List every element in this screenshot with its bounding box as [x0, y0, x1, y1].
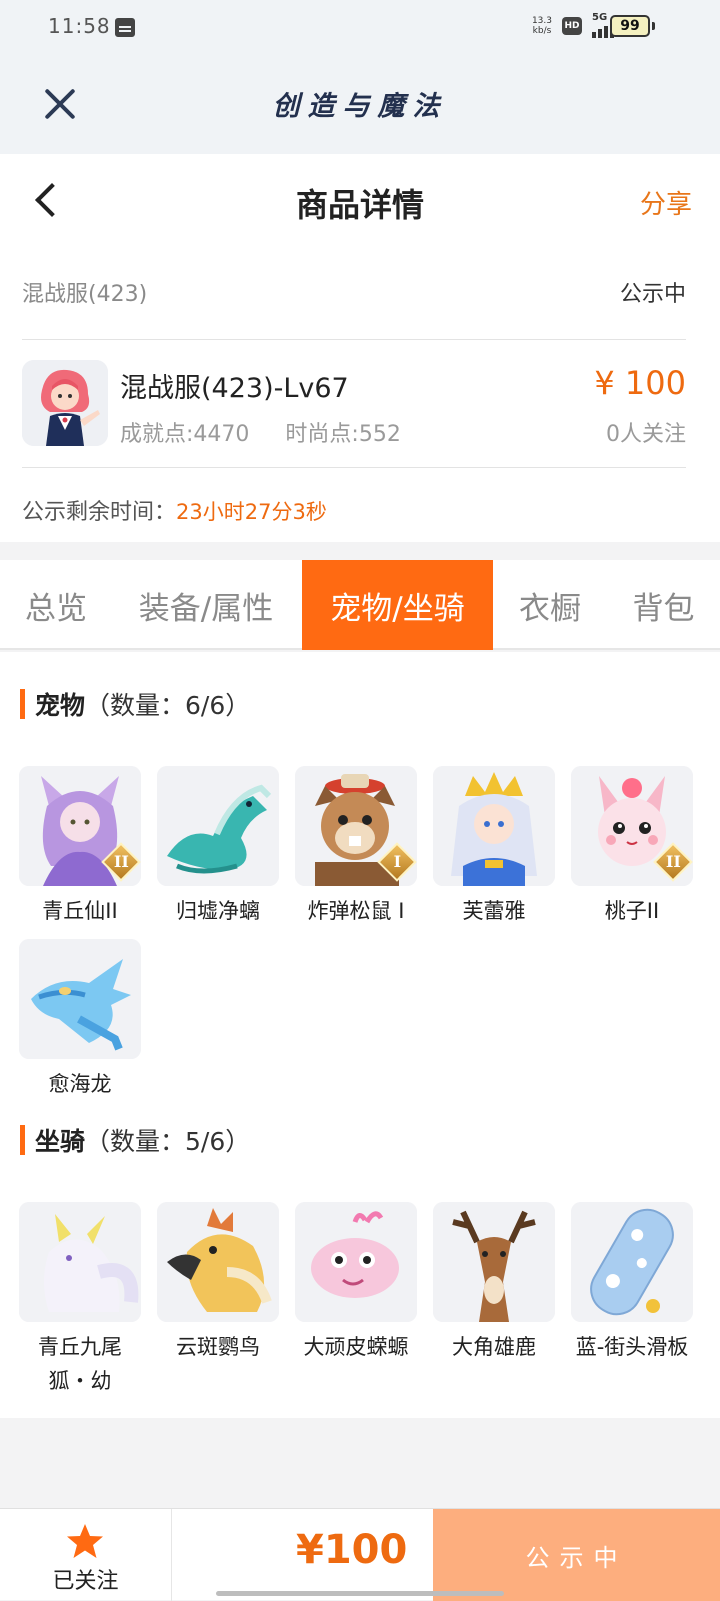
character-avatar: [22, 360, 108, 446]
item-name: 大角雄鹿: [452, 1335, 536, 1359]
divider: [22, 339, 686, 340]
signal-label: 5G: [592, 12, 608, 23]
battery-icon: 99: [610, 15, 655, 37]
follow-button[interactable]: 已关注: [0, 1509, 172, 1601]
detail-tabs: 总览 装备/属性 宠物/坐骑 衣橱 背包: [0, 560, 720, 650]
bomb-squirrel-icon: I: [295, 766, 417, 886]
timer-value: 23小时27分3秒: [176, 500, 327, 524]
mount-item[interactable]: 大顽皮蝾螈: [295, 1202, 417, 1364]
section-name: 宠物: [35, 691, 86, 720]
peach-bunny-icon: II: [571, 766, 693, 886]
tier-label: II: [113, 852, 129, 872]
listing-price: ¥ 100: [594, 364, 686, 402]
fashion-points: 时尚点:552: [285, 422, 401, 447]
character-name: 混战服(423)-Lv67: [120, 373, 349, 404]
app-bar: 创造与魔法: [0, 56, 720, 154]
publicity-status-button[interactable]: 公示中: [433, 1509, 720, 1601]
watcher-count: 0人关注: [606, 422, 686, 447]
achievement-points: 成就点:4470: [120, 422, 250, 447]
character-stats: 成就点:4470 时尚点:552: [120, 416, 401, 448]
item-name: 炸弹松鼠 I: [307, 899, 405, 923]
tab-pets-mounts[interactable]: 宠物/坐骑: [302, 560, 493, 650]
item-name: 大顽皮蝾螈: [303, 1335, 409, 1359]
sea-dragon-icon: [157, 766, 279, 886]
net-speed: 13.3 kb/s: [531, 16, 552, 36]
mounts-section-title: 坐骑 （数量：5/6）: [20, 1122, 250, 1158]
pets-mounts-panel: 宠物 （数量：6/6） II 青丘仙II 归墟净螭 I 炸弹松鼠 I 芙蕾雅 I…: [0, 652, 720, 1418]
item-name: 桃子II: [604, 899, 660, 923]
star-icon: [67, 1524, 103, 1558]
freya-icon: [433, 766, 555, 886]
page-header: 商品详情 分享: [0, 154, 720, 246]
pets-section-title: 宠物 （数量：6/6）: [20, 686, 250, 722]
healing-sea-dragon-icon: [19, 939, 141, 1059]
stag-icon: [433, 1202, 555, 1322]
pet-item[interactable]: II 桃子II: [571, 766, 693, 928]
home-indicator[interactable]: [216, 1591, 504, 1596]
app-title: 创造与魔法: [272, 91, 448, 122]
tier-label: II: [665, 852, 681, 872]
cloud-parrot-icon: [157, 1202, 279, 1322]
pet-item[interactable]: 归墟净螭: [157, 766, 279, 928]
divider: [22, 467, 686, 468]
nine-tail-fox-icon: [19, 1202, 141, 1322]
mount-item[interactable]: 青丘九尾狐・幼: [19, 1202, 141, 1398]
status-bar: 11:58 13.3 kb/s HD 5G 99: [0, 0, 720, 56]
server-name: 混战服(423): [22, 282, 148, 307]
mount-item[interactable]: 蓝-街头滑板: [571, 1202, 693, 1364]
timer: 公示剩余时间：23小时27分3秒: [22, 494, 327, 526]
listing-info: 混战服(423) 公示中 混战服(423)-Lv67 成就点:4470 时尚点:5…: [0, 246, 720, 542]
bottom-action-bar: 已关注 ¥100 公示中: [0, 1508, 720, 1601]
skateboard-icon: [571, 1202, 693, 1322]
bottom-price: ¥100: [296, 1527, 408, 1573]
fox-fairy-icon: II: [19, 766, 141, 886]
tier-label: I: [393, 852, 402, 872]
item-name: 蓝-街头滑板: [575, 1335, 689, 1359]
tab-backpack[interactable]: 背包: [607, 560, 720, 650]
pet-item[interactable]: 愈海龙: [19, 939, 141, 1101]
follow-label: 已关注: [52, 1569, 119, 1594]
item-name: 云斑鹦鸟: [176, 1335, 260, 1359]
section-name: 坐骑: [35, 1127, 86, 1156]
tab-equipment[interactable]: 装备/属性: [112, 560, 300, 650]
timer-label: 公示剩余时间：: [22, 500, 177, 525]
status-time: 11:58: [48, 14, 111, 38]
page-title: 商品详情: [295, 186, 424, 224]
item-name: 青丘仙II: [42, 899, 118, 923]
listing-status: 公示中: [619, 282, 686, 307]
item-name: 愈海龙: [48, 1072, 112, 1096]
mount-item[interactable]: 大角雄鹿: [433, 1202, 555, 1364]
hd-icon: HD: [562, 17, 582, 35]
mount-item[interactable]: 云斑鹦鸟: [157, 1202, 279, 1364]
calendar-icon: [115, 18, 135, 37]
axolotl-icon: [295, 1202, 417, 1322]
section-count: （数量：5/6）: [85, 1127, 251, 1156]
share-button[interactable]: 分享: [640, 184, 692, 221]
item-name: 芙蕾雅: [462, 899, 526, 923]
pet-item[interactable]: I 炸弹松鼠 I: [295, 766, 417, 928]
tab-overview[interactable]: 总览: [0, 560, 112, 650]
item-name: 青丘九尾狐・幼: [38, 1335, 122, 1393]
section-count: （数量：6/6）: [85, 691, 251, 720]
tab-wardrobe[interactable]: 衣橱: [493, 560, 607, 650]
battery-level: 99: [610, 15, 650, 37]
pet-item[interactable]: II 青丘仙II: [19, 766, 141, 928]
item-name: 归墟净螭: [176, 899, 260, 923]
pet-item[interactable]: 芙蕾雅: [433, 766, 555, 928]
